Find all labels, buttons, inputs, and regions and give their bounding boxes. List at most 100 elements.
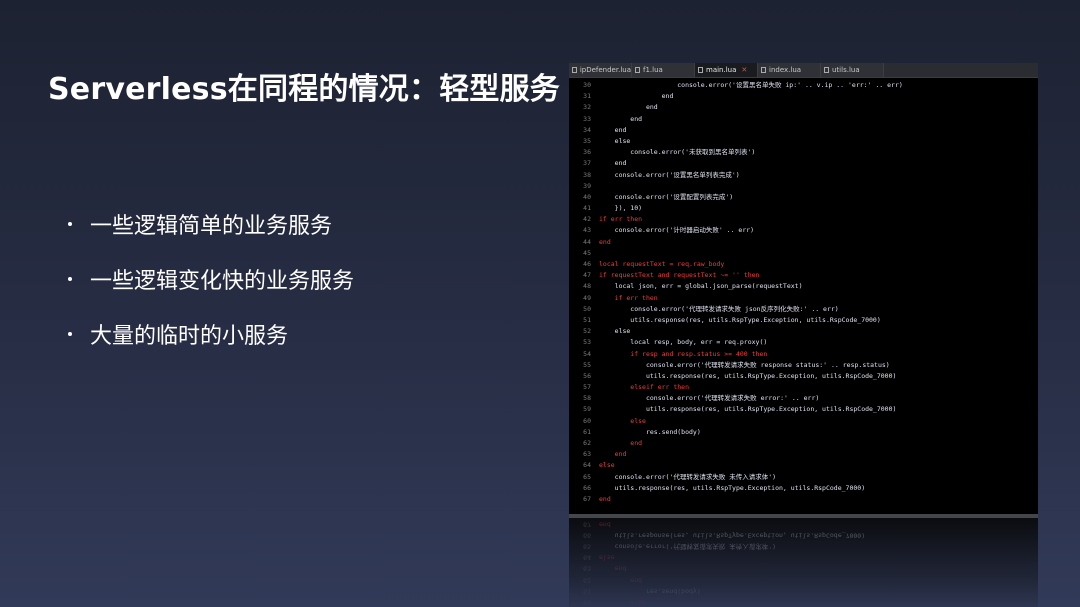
editor-tab-label: index.lua bbox=[769, 66, 802, 74]
code-text: utils.response(res, utils.RspType.Except… bbox=[599, 371, 897, 380]
code-line: 66 utils.response(res, utils.RspType.Exc… bbox=[569, 483, 1038, 494]
line-number: 33 bbox=[583, 114, 591, 123]
code-line: 51 utils.response(res, utils.RspType.Exc… bbox=[569, 315, 1038, 326]
line-number: 44 bbox=[583, 237, 591, 246]
line-number: 31 bbox=[583, 92, 591, 101]
code-line: 30 console.error('设置黑名单失败 ip:' .. v.ip .… bbox=[569, 80, 1038, 91]
code-text: console.error('代理转发请求失败 response status:… bbox=[599, 360, 890, 369]
slide-title: Serverless在同程的情况：轻型服务 bbox=[48, 72, 560, 107]
close-icon[interactable]: ✕ bbox=[741, 66, 747, 74]
bullet-dot-icon bbox=[68, 276, 72, 281]
code-text: console.error('代理转发请求失败 json反序列化失败:' .. … bbox=[599, 304, 839, 313]
code-line: 57 elseif err then bbox=[569, 382, 1038, 393]
code-text: end bbox=[599, 103, 658, 112]
line-number: 51 bbox=[583, 315, 591, 324]
line-number: 38 bbox=[583, 170, 591, 179]
code-text: if resp and resp.status >= 400 then bbox=[599, 349, 768, 358]
editor-tab-label: ipDefender.lua bbox=[579, 66, 631, 74]
editor-tab[interactable]: f1.lua bbox=[632, 63, 695, 77]
code-line: 36 console.error('未获取到黑名单列表') bbox=[569, 147, 1038, 158]
bullet-dot-icon bbox=[68, 331, 72, 336]
code-text: if err then bbox=[599, 215, 643, 224]
editor-tab-label: main.lua bbox=[706, 66, 737, 74]
code-text: console.error('设置配置列表完成') bbox=[599, 192, 734, 201]
code-line: 47 if requestText and requestText ~= '' t… bbox=[569, 270, 1038, 281]
line-number: 52 bbox=[583, 327, 591, 336]
code-text: end bbox=[599, 125, 627, 134]
file-icon bbox=[824, 67, 829, 73]
editor-tab[interactable]: ipDefender.lua bbox=[569, 63, 632, 77]
code-line: 43 console.error('计时器启动失败' .. err) bbox=[569, 225, 1038, 236]
code-text: else bbox=[599, 136, 631, 145]
line-number: 63 bbox=[583, 450, 591, 459]
line-number: 36 bbox=[583, 148, 591, 157]
code-text: console.error('代理转发请求失败 未传入请求体') bbox=[599, 472, 777, 481]
editor-tab[interactable]: utils.lua bbox=[821, 63, 884, 77]
code-text: end bbox=[599, 92, 674, 101]
line-number: 54 bbox=[583, 349, 591, 358]
editor-tab-label: utils.lua bbox=[832, 66, 860, 74]
line-number: 56 bbox=[583, 371, 591, 380]
code-line: 48 local json, err = global.json_parse(r… bbox=[569, 281, 1038, 292]
code-line: 67 end bbox=[569, 494, 1038, 505]
bullet-text: 一些逻辑简单的业务服务 bbox=[90, 213, 333, 239]
line-number: 46 bbox=[583, 260, 591, 268]
line-number: 42 bbox=[583, 215, 591, 224]
code-text: }), 10) bbox=[599, 204, 643, 213]
code-text: utils.response(res, utils.RspType.Except… bbox=[599, 405, 897, 414]
code-line: 34 end bbox=[569, 125, 1038, 136]
code-text: if requestText and requestText ~= '' the… bbox=[599, 271, 760, 280]
editor-tab[interactable]: index.lua bbox=[758, 63, 821, 77]
code-text: utils.response(res, utils.RspType.Except… bbox=[599, 315, 881, 324]
editor-tab-label: f1.lua bbox=[643, 66, 663, 74]
code-line: 40 console.error('设置配置列表完成') bbox=[569, 192, 1038, 203]
line-number: 32 bbox=[583, 103, 591, 112]
line-number: 67 bbox=[583, 494, 591, 503]
code-line: 44 end bbox=[569, 237, 1038, 248]
code-line: 53 local resp, body, err = req.proxy() bbox=[569, 337, 1038, 348]
code-line: 33 end bbox=[569, 114, 1038, 125]
code-line: 52 else bbox=[569, 326, 1038, 337]
code-editor-screenshot: ipDefender.lua f1.lua main.lua ✕ index.lua ut… bbox=[569, 63, 1038, 607]
line-number: 49 bbox=[583, 293, 591, 302]
code-text: res.send(body) bbox=[599, 427, 701, 436]
line-number: 55 bbox=[583, 360, 591, 369]
file-icon bbox=[635, 67, 640, 73]
code-text: end bbox=[599, 237, 611, 246]
line-number: 57 bbox=[583, 383, 591, 392]
line-number: 30 bbox=[583, 81, 591, 89]
code-line: 59 utils.response(res, utils.RspType.Exc… bbox=[569, 404, 1038, 415]
line-number: 65 bbox=[583, 472, 591, 481]
line-number: 61 bbox=[583, 427, 591, 436]
code-text: console.error('代理转发请求失败 error:' .. err) bbox=[599, 394, 820, 403]
bullet-item: 大量的临时的小服务 bbox=[68, 306, 354, 361]
code-line: 45 bbox=[569, 248, 1038, 259]
line-number: 50 bbox=[583, 304, 591, 313]
code-text: console.error('计时器启动失败' .. err) bbox=[599, 226, 755, 235]
reflection-fade bbox=[569, 518, 1038, 607]
code-text: else bbox=[599, 461, 615, 470]
code-line: 65 console.error('代理转发请求失败 未传入请求体') bbox=[569, 472, 1038, 483]
code-text: console.error('未获取到黑名单列表') bbox=[599, 148, 756, 157]
code-text: end bbox=[599, 494, 611, 503]
code-line: 39 bbox=[569, 181, 1038, 192]
editor-tab[interactable]: main.lua ✕ bbox=[695, 63, 758, 77]
code-text: local requestText = req.raw_body bbox=[599, 260, 725, 268]
code-text: local resp, body, err = req.proxy() bbox=[599, 338, 768, 347]
code-text: end bbox=[599, 114, 643, 123]
code-line: 41 }), 10) bbox=[569, 203, 1038, 214]
code-line: 31 end bbox=[569, 91, 1038, 102]
code-line: 62 end bbox=[569, 438, 1038, 449]
line-number: 45 bbox=[583, 248, 591, 257]
code-line: 46 local requestText = req.raw_body bbox=[569, 259, 1038, 270]
bullet-text: 一些逻辑变化快的业务服务 bbox=[90, 268, 355, 294]
bullet-list: 一些逻辑简单的业务服务 一些逻辑变化快的业务服务 大量的临时的小服务 bbox=[68, 196, 354, 361]
code-area: 30 console.error('设置黑名单失败 ip:' .. v.ip .… bbox=[569, 78, 1038, 505]
code-line: 50 console.error('代理转发请求失败 json反序列化失败:' … bbox=[569, 304, 1038, 315]
code-text: elseif err then bbox=[599, 383, 690, 392]
line-number: 60 bbox=[583, 416, 591, 425]
code-text: if err then bbox=[599, 293, 658, 302]
code-line: 56 utils.response(res, utils.RspType.Exc… bbox=[569, 371, 1038, 382]
file-icon bbox=[698, 67, 703, 73]
line-number: 66 bbox=[583, 483, 591, 492]
